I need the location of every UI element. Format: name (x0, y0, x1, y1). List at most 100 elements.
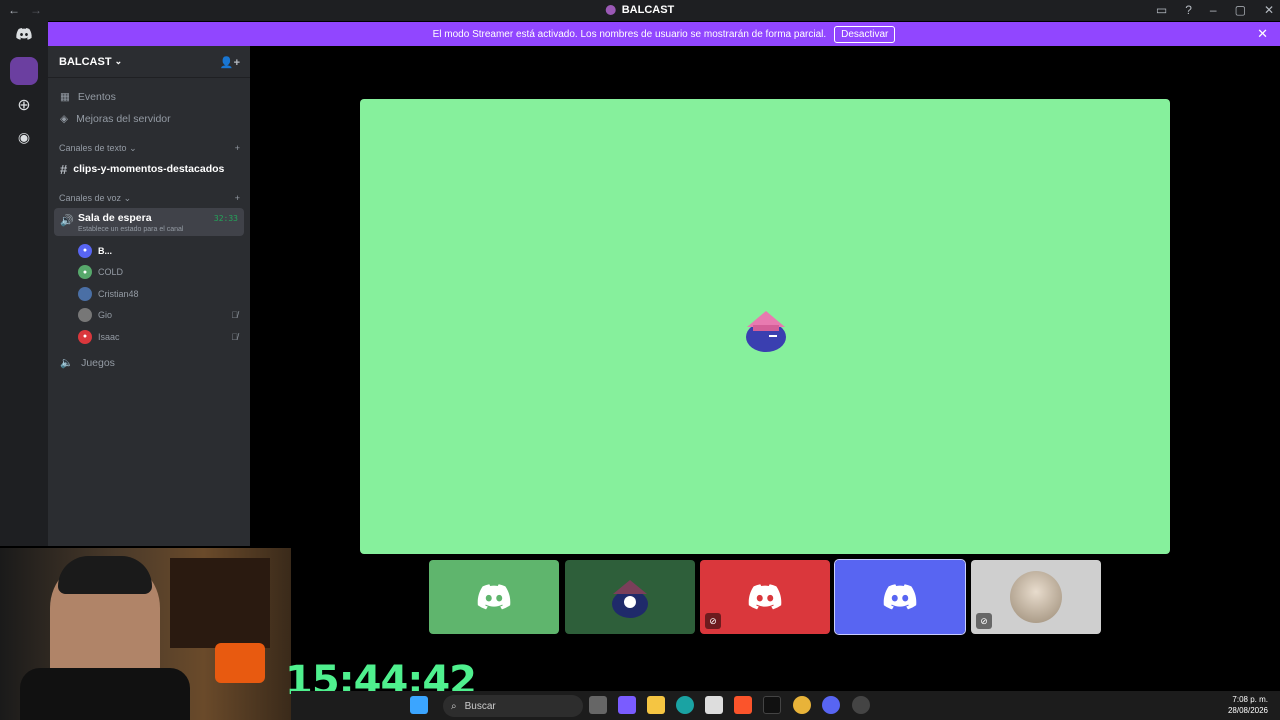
voice-channel-time: 32:33 (213, 214, 238, 223)
webcam-lamp (215, 643, 265, 683)
voice-user[interactable]: ● Isaac 🎙̸ (48, 326, 250, 348)
discord-taskbar-icon[interactable] (822, 696, 840, 714)
add-channel-icon[interactable]: + (235, 143, 240, 153)
muted-mic-icon: ⊘ (705, 613, 721, 629)
avatar (78, 308, 92, 323)
speaker-icon: 🔊 (60, 215, 74, 227)
user-name: Gio (98, 310, 113, 321)
voice-channels-category[interactable]: Canales de voz ⌄ + (48, 188, 250, 208)
server-rail: ⊕ ◉ (0, 21, 48, 546)
server-header[interactable]: BALCAST ⌄ 👤+ (48, 46, 250, 78)
window-controls: ▭ ? – ▢ ✕ (1156, 3, 1274, 17)
voice-user[interactable]: ● COLD (48, 262, 250, 284)
window-titlebar: ← → BALCAST ▭ ? – ▢ ✕ (0, 0, 1280, 21)
nav-buttons: ← → (8, 3, 42, 17)
text-category-label: Canales de texto (59, 142, 127, 153)
windows-taskbar: ⌕ Buscar 7:08 p. m. 28/08/2026 (291, 691, 1280, 720)
voice-channel-status[interactable]: Establece un estado para el canal (78, 226, 183, 233)
discord-logo-icon (748, 584, 782, 610)
window-title: BALCAST (605, 4, 675, 16)
channel-clips[interactable]: # clips-y-momentos-destacados (48, 158, 250, 180)
avatar: ● (78, 243, 92, 258)
brave-icon[interactable] (734, 696, 752, 714)
muted-mic-icon: 🎙̸ (231, 310, 238, 321)
user-name: COLD (98, 267, 124, 278)
windows-start-icon[interactable] (410, 696, 428, 714)
webcam-hair (58, 556, 152, 594)
voice-user[interactable]: Cristian48 (48, 283, 250, 305)
boost-icon: ◈ (60, 113, 69, 125)
discord-logo-icon (477, 584, 511, 610)
text-channels-category[interactable]: Canales de texto ⌄ + (48, 138, 250, 158)
maximize-icon[interactable]: ▢ (1235, 3, 1246, 17)
add-server-icon[interactable]: ⊕ (10, 91, 38, 119)
channel-name: clips-y-momentos-destacados (73, 163, 225, 175)
balcast-server-icon[interactable] (10, 57, 38, 85)
avatar (78, 286, 92, 301)
user-avatar-icon (746, 311, 786, 352)
avatar: ● (78, 265, 92, 280)
voice-channel-sala[interactable]: 🔊 Sala de espera Establece un estado par… (54, 208, 244, 236)
user-avatar-icon (612, 580, 648, 618)
store-icon[interactable] (705, 696, 723, 714)
search-placeholder: Buscar (464, 700, 496, 712)
participant-tile[interactable]: ⊘ (700, 560, 830, 634)
close-banner-icon[interactable]: ✕ (1257, 26, 1268, 42)
close-window-icon[interactable]: ✕ (1264, 3, 1274, 17)
edge-icon[interactable] (676, 696, 694, 714)
voice-channel-name: Sala de espera (78, 212, 152, 224)
voice-channel-juegos[interactable]: 🔈 Juegos (48, 352, 250, 374)
webcam-shirt (20, 668, 190, 720)
speaker-icon: 🔈 (60, 357, 74, 369)
voice-user[interactable]: ● B... (48, 240, 250, 262)
voice-category-label: Canales de voz (59, 192, 122, 203)
forward-button[interactable]: → (30, 3, 42, 17)
file-explorer-icon[interactable] (647, 696, 665, 714)
back-button[interactable]: ← (8, 3, 20, 17)
minimize-icon[interactable]: – (1210, 3, 1217, 17)
events-link[interactable]: ▦ Eventos (48, 86, 250, 108)
taskbar-search[interactable]: ⌕ Buscar (443, 695, 583, 717)
participant-tile[interactable] (834, 559, 966, 635)
participant-tile[interactable] (565, 560, 695, 634)
clock-time: 7:08 p. m. (1232, 695, 1268, 704)
participant-tile[interactable] (429, 560, 559, 634)
clock-date: 28/08/2026 (1227, 706, 1268, 715)
help-icon[interactable]: ? (1185, 3, 1192, 17)
server-name: BALCAST (59, 55, 112, 68)
voice-channel-name: Juegos (81, 356, 115, 369)
search-icon: ⌕ (451, 700, 457, 712)
streamer-mode-banner: El modo Streamer está activado. Los nomb… (48, 22, 1280, 46)
muted-mic-icon: 🎙̸ (231, 331, 238, 342)
webcam-shelf (170, 558, 270, 648)
focused-video-stage[interactable] (360, 99, 1170, 554)
participant-tile[interactable]: ⊘ (971, 560, 1101, 634)
tiktok-icon[interactable] (763, 696, 781, 714)
server-icon (605, 5, 616, 15)
events-label: Eventos (77, 91, 116, 103)
banner-message: El modo Streamer está activado. Los nomb… (432, 28, 827, 40)
chevron-down-icon: ⌄ (114, 56, 123, 66)
chevron-down-icon: ⌄ (123, 192, 132, 203)
invite-user-icon[interactable]: 👤+ (220, 56, 240, 69)
deactivate-button[interactable]: Desactivar (834, 25, 896, 43)
server-boost-link[interactable]: ◈ Mejoras del servidor (48, 108, 250, 130)
discord-home-icon[interactable] (10, 21, 38, 47)
task-view-icon[interactable] (589, 696, 607, 714)
explore-icon[interactable]: ◉ (10, 123, 38, 151)
discord-logo-icon (883, 584, 917, 610)
chrome-icon[interactable] (793, 696, 811, 714)
avatar (1010, 571, 1062, 623)
copilot-icon[interactable] (618, 696, 636, 714)
boost-label: Mejoras del servidor (76, 113, 171, 125)
app-icon[interactable] (852, 696, 870, 714)
user-name: Isaac (98, 331, 120, 342)
user-name: B... (98, 245, 113, 256)
taskbar-clock[interactable]: 7:08 p. m. 28/08/2026 (1228, 694, 1268, 716)
window-title-text: BALCAST (621, 4, 675, 16)
voice-user[interactable]: Gio 🎙̸ (48, 305, 250, 327)
user-name: Cristian48 (98, 288, 139, 299)
inbox-icon[interactable]: ▭ (1156, 3, 1167, 17)
add-channel-icon[interactable]: + (235, 193, 240, 203)
chevron-down-icon: ⌄ (129, 142, 137, 153)
